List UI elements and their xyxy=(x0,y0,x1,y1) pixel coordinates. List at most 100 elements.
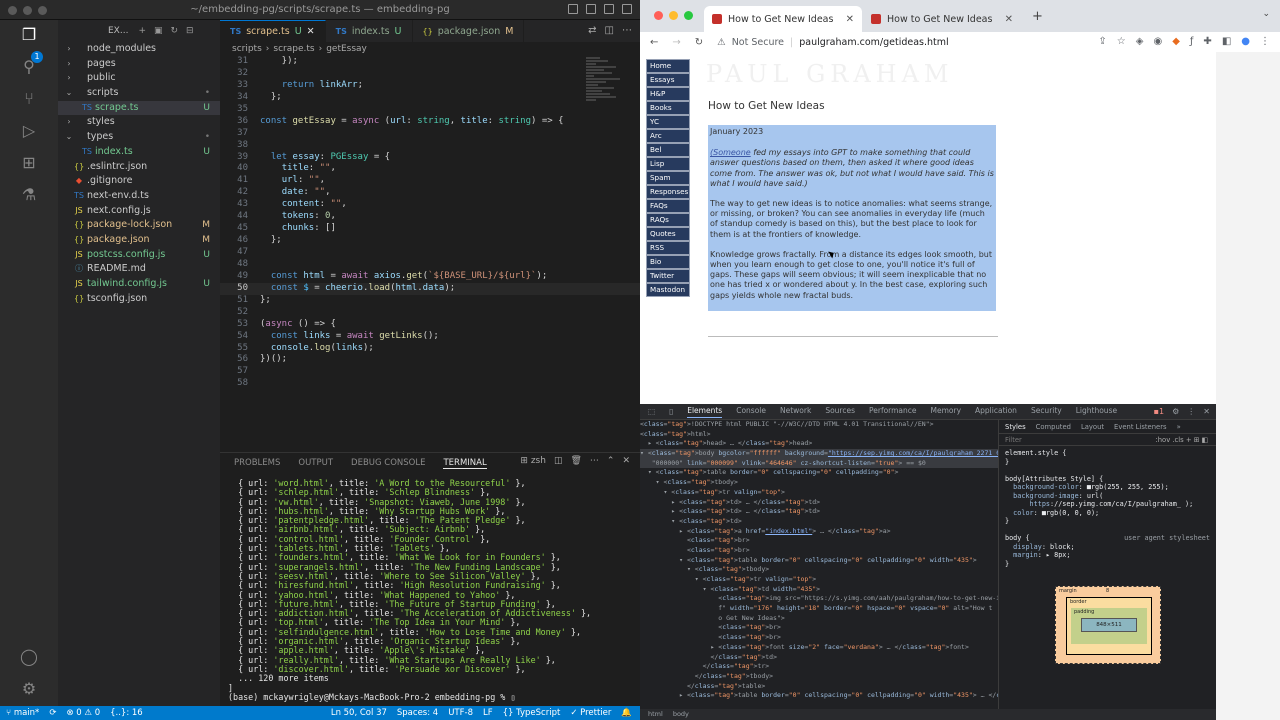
code-line[interactable]: 41 url: "", xyxy=(220,175,640,187)
dom-node[interactable]: o Get New Ideas"> xyxy=(640,614,998,624)
style-rule-line[interactable]: } xyxy=(999,560,1216,569)
sync-icon[interactable]: ⟳ xyxy=(49,708,56,718)
dom-node[interactable]: ▸ <class="tag">a href="index.html"> … </… xyxy=(640,527,998,537)
devtools-close-icon[interactable]: ✕ xyxy=(1203,407,1210,416)
toggle-secondary-sidebar-icon[interactable] xyxy=(604,4,614,14)
chrome-minimize-button[interactable] xyxy=(669,11,678,20)
bookmark-star-icon[interactable]: ☆ xyxy=(1117,36,1126,47)
code-line[interactable]: 47 xyxy=(220,247,640,259)
extension-d-icon[interactable]: ƒ xyxy=(1190,36,1194,47)
settings-gear-icon[interactable]: ⚙ xyxy=(20,680,38,698)
share-icon[interactable]: ⇪ xyxy=(1098,36,1106,47)
code-line[interactable]: 55 console.log(links); xyxy=(220,343,640,355)
someone-link[interactable]: (Someone xyxy=(710,148,751,157)
site-nav-link[interactable]: Essays xyxy=(646,73,690,87)
styles-subtab[interactable]: » xyxy=(1177,423,1181,431)
code-line[interactable]: 35 xyxy=(220,104,640,116)
site-nav-link[interactable]: H&P xyxy=(646,87,690,101)
dom-node[interactable]: "000000" link="000099" vlink="464646" cz… xyxy=(640,458,998,469)
customize-layout-icon[interactable] xyxy=(622,4,632,14)
new-tab-button[interactable]: + xyxy=(1032,9,1043,24)
panel-tab[interactable]: PROBLEMS xyxy=(234,458,280,468)
problems-indicator[interactable]: ⊗ 0 ⚠ 0 xyxy=(66,708,100,718)
code-line[interactable]: 34 }; xyxy=(220,92,640,104)
language-mode[interactable]: {} TypeScript xyxy=(503,708,561,718)
site-nav-link[interactable]: Quotes xyxy=(646,227,690,241)
toggle-sidebar-icon[interactable] xyxy=(568,4,578,14)
side-panel-icon[interactable]: ◧ xyxy=(1222,36,1231,47)
browser-tab[interactable]: How to Get New Ideas ✕ xyxy=(863,6,1021,32)
run-debug-icon[interactable]: ▷ xyxy=(20,122,38,140)
terminal-shell-label[interactable]: ⊞ zsh xyxy=(520,456,546,466)
editor-tab[interactable]: {} package.json M xyxy=(413,20,525,42)
kill-terminal-icon[interactable]: 🗑 xyxy=(570,456,581,466)
dom-node[interactable]: </class="tag">tbody> xyxy=(640,672,998,682)
style-rule-line[interactable]: background-color: ■rgb(255, 255, 255); xyxy=(999,483,1216,492)
style-rule-line[interactable]: margin: ▸ 8px; xyxy=(999,551,1216,560)
devtools-tab[interactable]: Elements xyxy=(687,406,723,418)
style-rule-line[interactable]: } xyxy=(999,458,1216,467)
dom-tree[interactable]: <class="tag">!DOCTYPE html PUBLIC "-//W3… xyxy=(640,420,998,710)
breadcrumb-segment[interactable]: getEssay xyxy=(326,44,367,54)
site-nav-link[interactable]: Spam xyxy=(646,171,690,185)
devtools-tab[interactable]: Memory xyxy=(931,406,962,418)
close-tab-icon[interactable]: ✕ xyxy=(1005,14,1013,25)
forward-icon[interactable]: → xyxy=(672,37,680,48)
split-editor-icon[interactable]: ◫ xyxy=(605,25,614,36)
site-logo[interactable]: PAUL GRAHAM xyxy=(706,60,953,88)
devtools-tab[interactable]: Sources xyxy=(825,406,855,418)
extra-indicator[interactable]: {..}: 16 xyxy=(110,708,143,718)
devtools-tab[interactable]: Lighthouse xyxy=(1076,406,1117,418)
code-line[interactable]: 56})(); xyxy=(220,354,640,366)
devtools-tab[interactable]: Console xyxy=(736,406,766,418)
site-nav-link[interactable]: RAQs xyxy=(646,213,690,227)
file-tree-item[interactable]: {} package-lock.json M xyxy=(58,218,220,233)
code-line[interactable]: 42 date: "", xyxy=(220,187,640,199)
code-line[interactable]: 53 (async () => { xyxy=(220,319,640,331)
file-tree-item[interactable]: ◆ .gitignore xyxy=(58,174,220,189)
split-terminal-icon[interactable]: ◫ xyxy=(554,456,563,466)
style-rule-line[interactable]: https://sep.yimg.com/ca/I/paulgraham_ ); xyxy=(999,500,1216,509)
file-tree-item[interactable]: TS index.ts U xyxy=(58,145,220,160)
code-line[interactable]: 50 const $ = cheerio.load(html.data); xyxy=(220,282,640,295)
site-nav-link[interactable]: Arc xyxy=(646,129,690,143)
address-bar[interactable]: ⚠ Not Secure | paulgraham.com/getideas.h… xyxy=(717,37,948,48)
file-tree-item[interactable]: › node_modules xyxy=(58,42,220,57)
code-line[interactable]: 37 xyxy=(220,128,640,140)
extensions-icon[interactable]: ⊞ xyxy=(20,154,38,172)
source-control-icon[interactable]: ⑂ xyxy=(20,90,38,108)
dom-node[interactable]: <class="tag">br> xyxy=(640,536,998,546)
breadcrumb-segment[interactable]: scripts xyxy=(232,44,262,54)
file-tree-item[interactable]: ⌄ types • xyxy=(58,130,220,145)
panel-tab[interactable]: DEBUG CONSOLE xyxy=(351,458,425,468)
file-tree-item[interactable]: JS postcss.config.js U xyxy=(58,248,220,263)
site-nav-link[interactable]: FAQs xyxy=(646,199,690,213)
style-rule-line[interactable]: display: block; xyxy=(999,543,1216,552)
tab-search-icon[interactable]: ⌄ xyxy=(1262,9,1270,19)
dom-node[interactable]: <class="tag">br> xyxy=(640,633,998,643)
collapse-all-icon[interactable]: ⊟ xyxy=(186,26,194,36)
dom-node[interactable]: <class="tag">!DOCTYPE html PUBLIC "-//W3… xyxy=(640,420,998,430)
code-line[interactable]: 51}; xyxy=(220,295,640,307)
back-icon[interactable]: ← xyxy=(650,37,658,48)
code-line[interactable]: 31 }); xyxy=(220,56,640,68)
breadcrumb-segment[interactable]: scrape.ts xyxy=(273,44,314,54)
inspect-element-icon[interactable]: ⬚ xyxy=(648,407,655,416)
maximize-panel-icon[interactable]: ⌃ xyxy=(607,456,615,466)
code-line[interactable]: 49 const html = await axios.get(`${BASE_… xyxy=(220,271,640,283)
site-nav-link[interactable]: Home xyxy=(646,59,690,73)
code-line[interactable]: 46 }; xyxy=(220,235,640,247)
browser-tab[interactable]: How to Get New Ideas ✕ xyxy=(704,6,862,32)
site-nav-link[interactable]: YC xyxy=(646,115,690,129)
notifications-icon[interactable]: 🔔 xyxy=(621,708,632,718)
new-file-icon[interactable]: + xyxy=(138,26,146,36)
style-rule-line[interactable] xyxy=(999,466,1216,475)
reload-icon[interactable]: ↻ xyxy=(695,37,703,48)
code-line[interactable]: 57 xyxy=(220,366,640,378)
close-panel-icon[interactable]: ✕ xyxy=(622,456,630,466)
close-tab-icon[interactable]: ✕ xyxy=(846,14,854,25)
style-rule-line[interactable]: body[Attributes Style] { xyxy=(999,475,1216,484)
style-rules[interactable]: element.style {} body[Attributes Style] {… xyxy=(999,449,1216,568)
devtools-tab[interactable]: Application xyxy=(975,406,1017,418)
devtools-tab[interactable]: Security xyxy=(1031,406,1062,418)
